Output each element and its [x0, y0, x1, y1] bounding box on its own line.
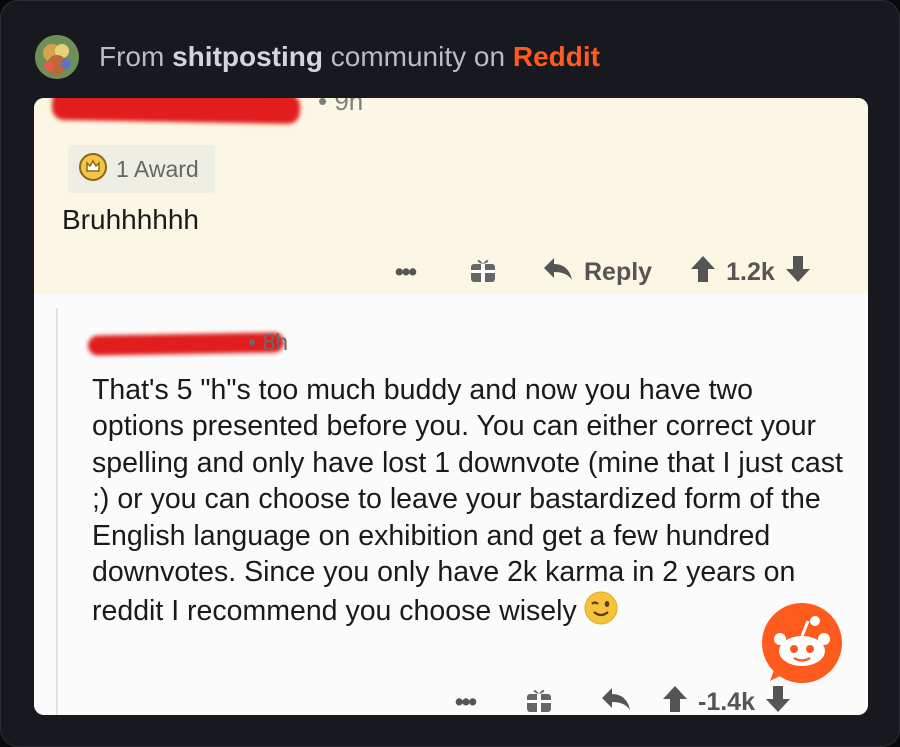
reply-icon — [542, 256, 574, 289]
award-icon — [78, 152, 108, 187]
vote-score: -1.4k — [698, 688, 755, 715]
reply-comment-actions: ••• -1.4k — [446, 684, 791, 715]
upvote-icon[interactable] — [662, 685, 688, 715]
header-middle: community on — [322, 41, 513, 72]
reply-comment-time: • 8h — [248, 329, 289, 355]
community-name-link[interactable]: shitposting — [172, 41, 323, 72]
vote-controls: 1.2k — [690, 255, 811, 290]
more-options-button[interactable]: ••• — [446, 688, 484, 715]
top-comment-time: • 9h — [318, 98, 364, 116]
top-comment-text: Bruhhhhhh — [62, 204, 200, 235]
more-options-button[interactable]: ••• — [386, 258, 424, 287]
reply-comment-text: That's 5 "h"s too much buddy and now you… — [92, 374, 843, 628]
upvote-icon[interactable] — [690, 255, 716, 290]
award-badge: 1 Award — [68, 145, 215, 193]
reply-comment-body: That's 5 "h"s too much buddy and now you… — [92, 372, 852, 636]
embed-header: From shitposting community on Reddit — [35, 35, 600, 79]
gift-icon[interactable] — [468, 254, 498, 291]
gift-icon[interactable] — [524, 684, 554, 715]
vote-score: 1.2k — [726, 258, 775, 286]
embed-card: From shitposting community on Reddit • 9… — [0, 0, 900, 747]
thread-line — [56, 308, 58, 715]
redacted-username — [51, 98, 301, 125]
winking-face-icon — [583, 590, 619, 635]
reply-icon[interactable] — [600, 686, 632, 715]
comment-screenshot: • 9h 1 Award Bruhhhhhh ••• Reply 1.2k • … — [34, 98, 868, 715]
reddit-logo-icon — [760, 601, 844, 690]
top-comment-actions: ••• Reply 1.2k — [386, 254, 811, 291]
award-label: 1 Award — [116, 155, 199, 182]
header-prefix: From — [99, 41, 173, 72]
reddit-link[interactable]: Reddit — [513, 41, 600, 72]
reply-label: Reply — [584, 258, 653, 286]
reply-button[interactable]: Reply — [542, 256, 652, 289]
embed-source-text: From shitposting community on Reddit — [99, 41, 600, 73]
community-avatar[interactable] — [35, 35, 79, 79]
downvote-icon[interactable] — [785, 255, 811, 290]
